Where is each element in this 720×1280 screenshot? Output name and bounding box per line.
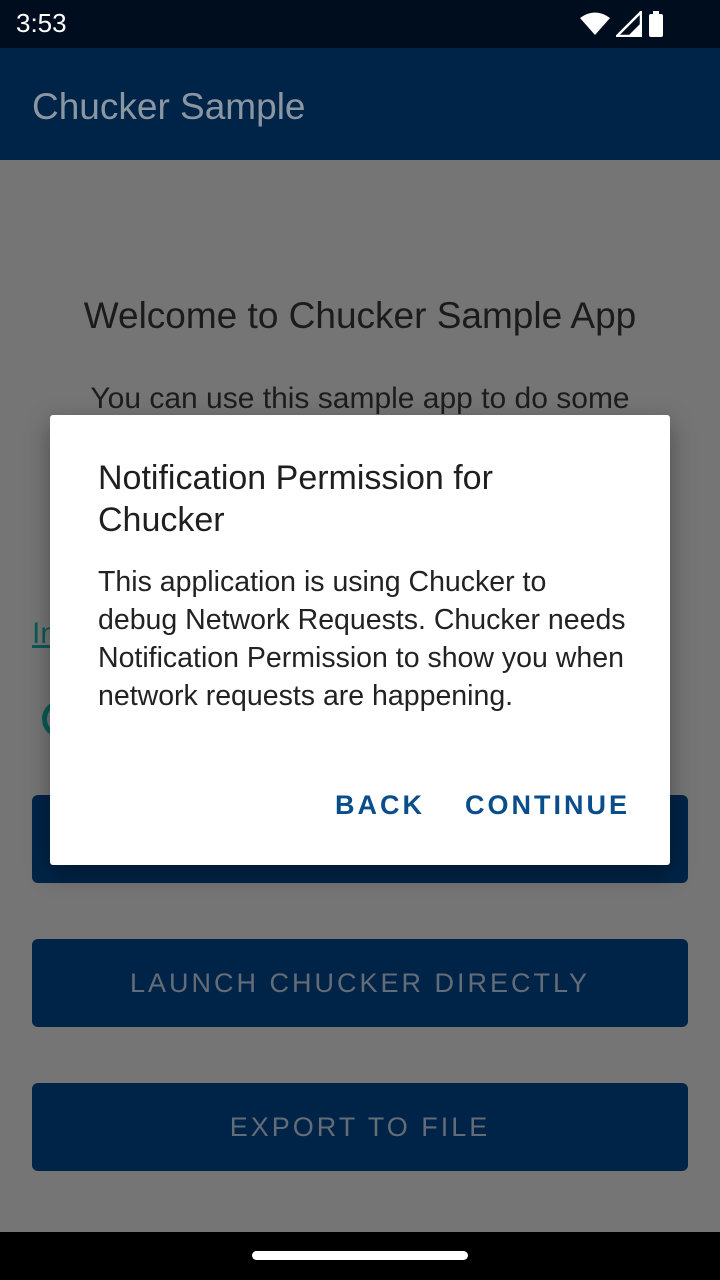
dialog-actions: BACK CONTINUE — [335, 790, 630, 821]
launch-chucker-button[interactable]: LAUNCH CHUCKER DIRECTLY — [32, 939, 688, 1027]
dialog-title: Notification Permission for Chucker — [98, 459, 493, 539]
cell-signal-icon — [616, 11, 642, 37]
continue-button[interactable]: CONTINUE — [465, 790, 630, 821]
export-to-file-button[interactable]: EXPORT TO FILE — [32, 1083, 688, 1171]
description-text: You can use this sample app to do some — [90, 382, 630, 415]
permission-dialog: Notification Permission for Chucker This… — [50, 415, 670, 865]
wifi-icon — [580, 12, 610, 36]
dialog-message: This application is using Chucker to deb… — [98, 566, 626, 712]
home-gesture-handle[interactable] — [252, 1251, 468, 1260]
welcome-title: Welcome to Chucker Sample App — [83, 295, 637, 336]
back-button[interactable]: BACK — [335, 790, 425, 821]
status-bar: 3:53 — [0, 0, 720, 48]
status-time: 3:53 — [16, 8, 67, 38]
app-title: Chucker Sample — [32, 86, 306, 127]
battery-icon — [648, 11, 664, 37]
status-icons — [580, 10, 664, 38]
